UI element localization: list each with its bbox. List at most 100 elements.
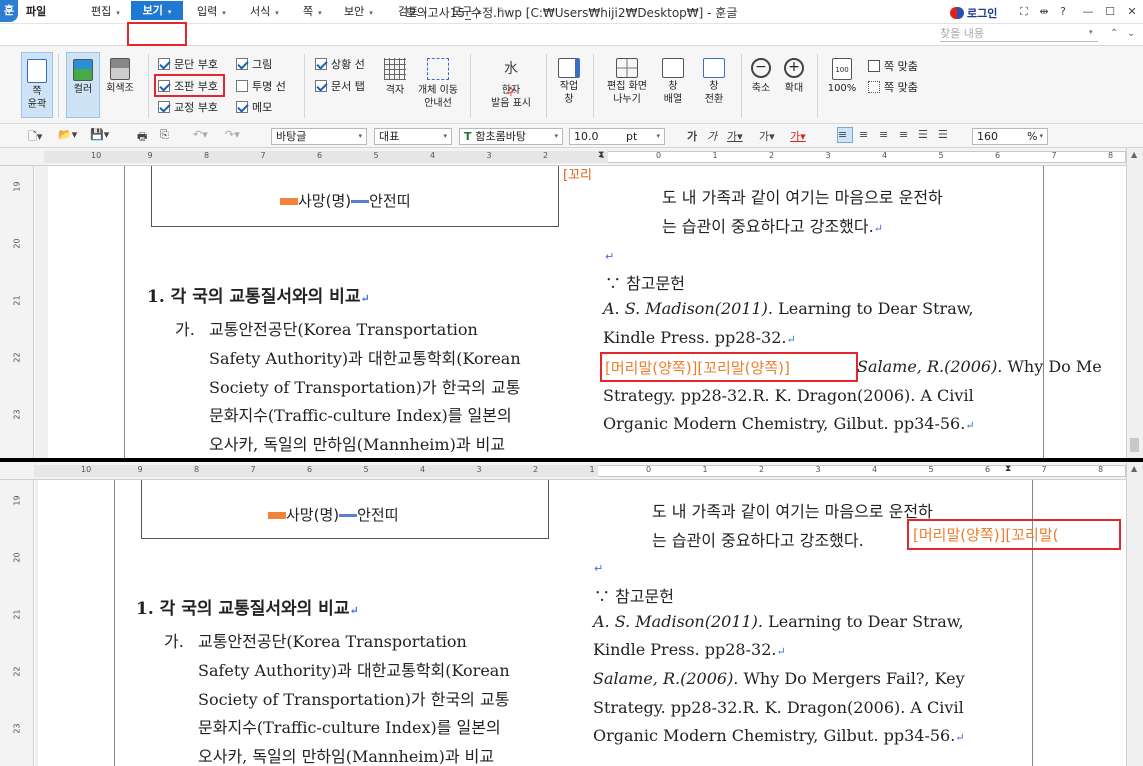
menu-insert-label: 입력 xyxy=(197,5,218,18)
login-button[interactable]: 로그인 xyxy=(950,5,997,21)
open-icon[interactable]: 📂▾ xyxy=(58,128,77,141)
search-input[interactable]: 찾을 내용 xyxy=(940,26,1098,42)
switch-window-button[interactable]: 창 전환 xyxy=(694,52,734,106)
help-icon[interactable]: ? xyxy=(1055,5,1071,18)
para-mark-icon: ↵ xyxy=(786,333,796,346)
task-window-button[interactable]: 작업 창 xyxy=(553,52,585,106)
scroll-up-icon[interactable]: ▲ xyxy=(1131,150,1137,159)
check-paragraph-mark[interactable]: 문단 부호 xyxy=(158,56,218,72)
page-outline-button[interactable]: 쪽 윤곽 xyxy=(21,52,53,118)
menu-tools[interactable]: 도구 ▾ xyxy=(452,3,481,20)
ruler-number: 23 xyxy=(12,723,22,734)
align-right-icon[interactable]: ≡ xyxy=(899,128,908,141)
ruler-number: 1 xyxy=(589,465,595,474)
menu-security[interactable]: 보안 ▾ xyxy=(344,3,373,20)
menu-edit[interactable]: 편집 ▾ xyxy=(91,3,120,20)
grayscale-button[interactable]: 회색조 xyxy=(103,52,137,95)
body-line: 는 습관이 중요하다고 강조했다.↵ xyxy=(662,213,883,237)
fullscreen-icon[interactable]: ⛶ xyxy=(1016,5,1032,19)
font-color-icon[interactable]: 가▾ xyxy=(790,128,806,144)
grid-button[interactable]: 격자 xyxy=(379,52,411,97)
check-label: 문단 부호 xyxy=(174,58,218,71)
reference-line: Salame, R.(2006). Why Do Mergers Fail?, … xyxy=(593,669,965,688)
save-icon[interactable]: 💾▾ xyxy=(90,128,109,141)
zoom-value: 160 xyxy=(977,130,998,143)
maximize-icon[interactable]: ☐ xyxy=(1102,5,1118,18)
fit-page-button[interactable]: 쪽 맞춤 xyxy=(868,58,918,74)
chevron-down-icon: ▾ xyxy=(423,9,427,17)
preview-icon[interactable]: ⎘ xyxy=(160,128,169,142)
chevron-down-icon[interactable]: ⌄ xyxy=(1127,28,1135,39)
menu-file[interactable]: 파일 xyxy=(26,3,46,20)
menu-page[interactable]: 쪽 ▾ xyxy=(303,3,322,20)
zoom-100-button[interactable]: 100 100% xyxy=(824,52,860,95)
scrollbar-top[interactable]: ▲ xyxy=(1126,148,1143,458)
legend-label-a: 사망(명) xyxy=(298,192,352,210)
section-heading: 1. 각 국의 교통질서와의 비교↵ xyxy=(147,282,370,307)
redo-icon[interactable]: ↷▾ xyxy=(225,128,240,141)
check-doc-tab[interactable]: 문서 탭 xyxy=(315,78,365,94)
ruler-number: 4 xyxy=(882,151,888,160)
menu-insert[interactable]: 입력 ▾ xyxy=(197,3,226,20)
print-icon[interactable]: 🖶 xyxy=(137,128,147,147)
align-left-icon[interactable]: ≡ xyxy=(859,128,868,141)
align-justify-icon[interactable]: ≡ xyxy=(837,127,853,143)
check-transparent-line[interactable]: 투명 선 xyxy=(236,78,286,94)
scroll-up-icon[interactable]: ▲ xyxy=(1131,464,1137,473)
divider xyxy=(593,54,594,118)
restore-layout-icon[interactable]: ⇹ xyxy=(1036,5,1052,18)
italic-icon[interactable]: 가 xyxy=(707,128,717,144)
menu-view[interactable]: 보기 ▾ xyxy=(131,1,183,20)
zoom-in-button[interactable]: + 확대 xyxy=(780,52,808,95)
strike-icon[interactable]: 가▾ xyxy=(759,128,775,144)
chevron-down-icon[interactable]: ▾ xyxy=(1089,28,1093,36)
color-view-button[interactable]: 컬러 xyxy=(66,52,100,118)
zoom-out-button[interactable]: − 축소 xyxy=(747,52,775,95)
minimize-icon[interactable]: — xyxy=(1080,5,1096,18)
underline-icon[interactable]: 가▾ xyxy=(727,128,743,144)
undo-icon[interactable]: ↶▾ xyxy=(193,128,208,141)
close-icon[interactable]: ✕ xyxy=(1124,5,1140,18)
body-line: 교통안전공단(Korea Transportation xyxy=(209,320,478,339)
chevron-down-icon: ▾ xyxy=(358,132,362,140)
menu-page-label: 쪽 xyxy=(303,5,314,18)
hanja-pronounce-button[interactable]: 水수 한자 발음 표시 xyxy=(482,52,540,110)
body-line: Safety Authority)과 대한교통학회(Korean xyxy=(209,349,521,368)
reference-line: Strategy. pp28-32.R. K. Dragon(2006). A … xyxy=(593,698,964,717)
font-size-input[interactable]: 10.0 pt ▾ xyxy=(569,128,665,145)
align-center-icon[interactable]: ≡ xyxy=(879,128,888,141)
check-control-code[interactable]: 조판 부호 xyxy=(158,78,218,94)
scroll-thumb[interactable] xyxy=(1130,438,1139,452)
para-mark-icon: ↵ xyxy=(776,645,786,658)
checkbox-icon xyxy=(158,58,170,70)
check-status-line[interactable]: 상황 선 xyxy=(315,56,365,72)
grayscale-icon xyxy=(110,58,130,80)
bold-icon[interactable]: 가 xyxy=(687,128,697,144)
reference-line: Strategy. pp28-32.R. K. Dragon(2006). A … xyxy=(603,386,974,405)
object-move-guide-button[interactable]: 개체 이동 안내선 xyxy=(412,52,464,110)
ruler-number: 2 xyxy=(533,465,539,474)
arrange-window-button[interactable]: 창 배열 xyxy=(656,52,690,106)
distribute-icon[interactable]: ☰ xyxy=(918,128,928,141)
check-picture[interactable]: 그림 xyxy=(236,56,272,72)
task-window-label: 작업 창 xyxy=(559,81,579,105)
font-size-unit: pt xyxy=(626,130,638,143)
menu-format[interactable]: 서식 ▾ xyxy=(250,3,279,20)
divide-icon[interactable]: ☰ xyxy=(938,128,948,141)
zoom-input[interactable]: 160% ▾ xyxy=(972,128,1048,145)
check-proofread-mark[interactable]: 교정 부호 xyxy=(158,99,218,115)
font-select[interactable]: T 함초롬바탕 ▾ xyxy=(459,128,563,145)
checkbox-icon xyxy=(236,58,248,70)
language-select[interactable]: 대표 ▾ xyxy=(374,128,452,145)
collapse-ribbon-icon[interactable]: ⌃ xyxy=(1110,28,1118,39)
style-select[interactable]: 바탕글 ▾ xyxy=(271,128,367,145)
check-memo[interactable]: 메모 xyxy=(236,99,272,115)
ruler-number: 7 xyxy=(1041,465,1047,474)
scrollbar-bottom[interactable]: ▲ xyxy=(1126,462,1143,766)
new-doc-icon[interactable]: 🗋▾ xyxy=(28,128,42,147)
quick-icon[interactable]: ✎ xyxy=(498,3,507,20)
fit-width-button[interactable]: 쪽 맞춤 xyxy=(868,79,918,95)
split-view-button[interactable]: 편집 화면 나누기 xyxy=(600,52,654,106)
menu-review[interactable]: 검토 ▾ xyxy=(398,3,427,20)
body-line: 오사카, 독일의 만하임(Mannheim)과 비교 xyxy=(198,747,495,766)
